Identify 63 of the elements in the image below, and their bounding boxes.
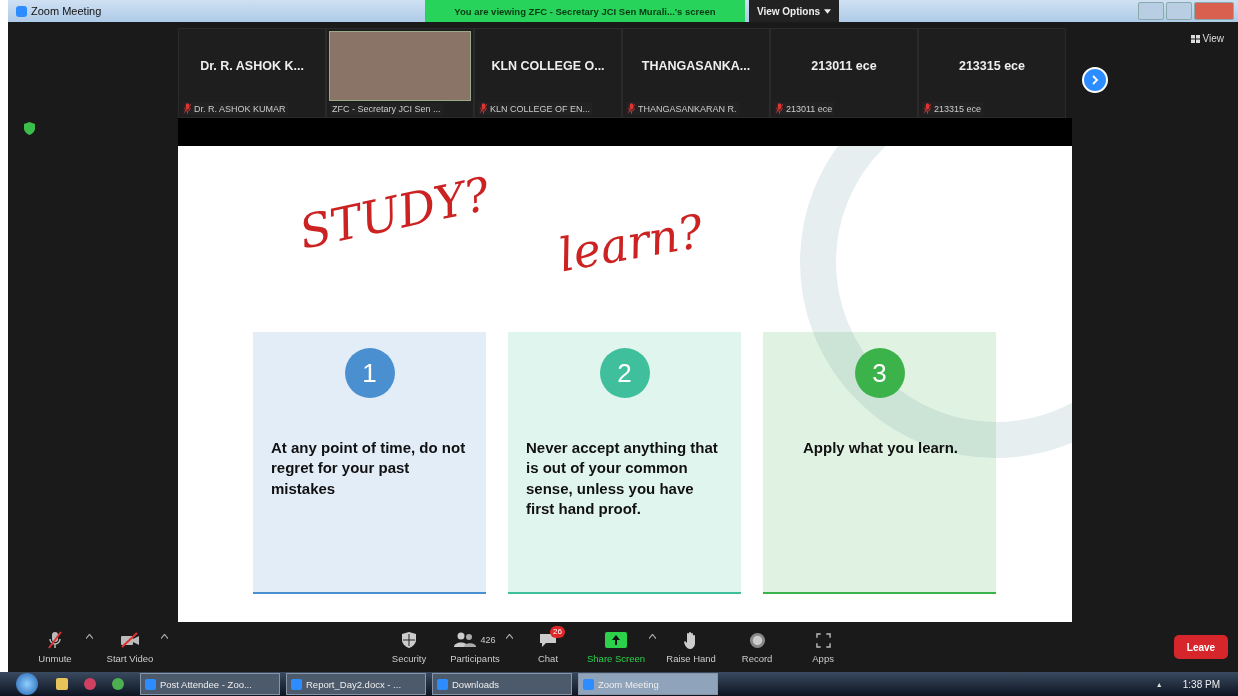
shield-icon (402, 632, 416, 648)
number-circle: 1 (344, 348, 395, 398)
muted-mic-icon (47, 631, 63, 649)
participant-name: Dr. R. ASHOK K... (200, 59, 304, 73)
next-page-button[interactable] (1082, 67, 1108, 93)
view-button[interactable]: View (1184, 32, 1230, 45)
participant-tile[interactable]: KLN COLLEGE O... KLN COLLEGE OF EN... (474, 28, 622, 118)
video-off-icon (120, 632, 140, 648)
chevron-right-icon (1090, 75, 1100, 85)
window-title: Zoom Meeting (31, 5, 103, 17)
participant-tile[interactable]: Dr. R. ASHOK K... Dr. R. ASHOK KUMAR (178, 28, 326, 118)
participant-tile[interactable]: THANGASANKA... THANGASANKARAN R. (622, 28, 770, 118)
grid-icon (1190, 34, 1200, 43)
toolbar-button[interactable]: 26 Chat (517, 628, 579, 666)
zoom-app-icon (16, 5, 27, 17)
participant-tile[interactable]: 213315 ece 213315 ece (918, 28, 1066, 118)
toolbar-button[interactable]: Record (726, 628, 789, 666)
record-icon (748, 631, 766, 649)
card-text: At any point of time, do not regret for your past mistakes (271, 438, 467, 499)
share-screen-icon (605, 632, 628, 648)
participant-label: 213011 ece (786, 103, 833, 114)
toolbar-button[interactable]: Apps (792, 628, 855, 666)
participant-label: 213315 ece (934, 103, 982, 114)
clock: 1:38 PM (1182, 678, 1220, 690)
caret-icon[interactable] (161, 634, 168, 639)
card-text: Never accept anything that is out of your common sense, unless you have first hand proof. (526, 438, 719, 519)
participant-label: KLN COLLEGE OF EN... (490, 103, 591, 114)
chat-bubble-icon (539, 632, 557, 648)
taskbar-window[interactable]: Report_Day2.docx - ... (286, 673, 426, 695)
taskbar-window[interactable]: Downloads (432, 673, 572, 695)
caret-icon[interactable] (86, 634, 93, 639)
participant-tile[interactable]: 213011 ece 213011 ece (770, 28, 918, 118)
handwritten-annotation: learn? (554, 203, 708, 283)
caret-icon[interactable] (649, 634, 657, 639)
participant-name: THANGASANKA... (641, 59, 751, 73)
participant-label: ZFC - Secretary JCI Sen ... (332, 104, 441, 114)
toolbar-button[interactable]: Unmute (24, 628, 86, 666)
toolbar-button[interactable]: 426 Participants (444, 628, 506, 666)
participant-name: 213315 ece (958, 59, 1025, 73)
shield-icon[interactable] (24, 122, 35, 135)
caret-icon (824, 8, 832, 14)
participant-name: 213011 ece (811, 59, 877, 73)
participant-name: KLN COLLEGE O... (491, 59, 605, 73)
caret-icon[interactable] (506, 634, 513, 639)
participant-count: 426 (480, 635, 496, 645)
view-options-button[interactable]: View Options (749, 0, 839, 22)
card-text: Apply what you learn. (803, 438, 958, 458)
toolbar-button[interactable]: Share Screen (583, 628, 650, 666)
apps-icon (815, 632, 831, 648)
number-circle: 2 (599, 348, 650, 398)
banner-text: You are viewing ZFC - Secretary JCI Sen Murali...'s screen (454, 5, 716, 17)
participant-label: THANGASANKARAN R. (638, 103, 737, 114)
participant-tile[interactable]: ZFC - Secretary JCI Sen ... (326, 28, 474, 118)
people-icon (454, 632, 477, 648)
handwritten-annotation: STUDY? (294, 166, 495, 260)
leave-button[interactable]: Leave (1174, 635, 1228, 659)
start-button[interactable] (16, 673, 38, 695)
toolbar-button[interactable]: Security (378, 628, 440, 666)
toolbar-button[interactable]: Raise Hand (660, 628, 723, 666)
taskbar-window[interactable]: Post Attendee - Zoo... (140, 673, 280, 695)
toolbar-button[interactable]: Start Video (99, 628, 161, 666)
participant-label: Dr. R. ASHOK KUMAR (194, 103, 286, 114)
unread-badge: 26 (550, 626, 565, 638)
